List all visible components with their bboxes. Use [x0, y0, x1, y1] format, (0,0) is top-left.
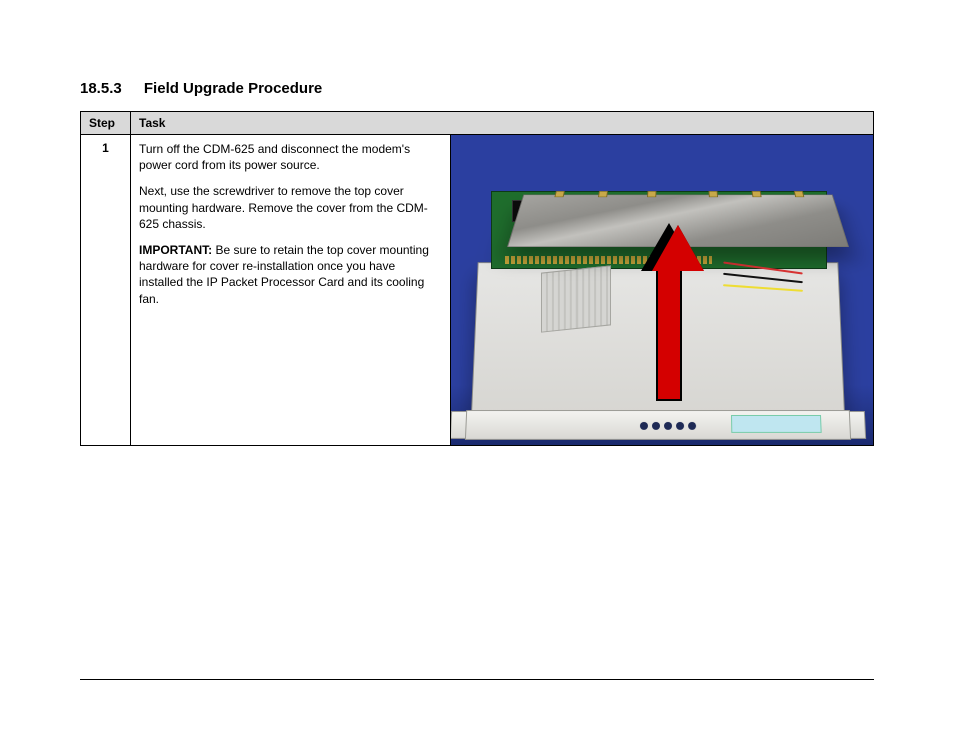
up-arrow-icon [652, 225, 686, 395]
col-header-step: Step [81, 112, 131, 135]
step-number: 1 [81, 135, 131, 446]
important-label: IMPORTANT: [139, 243, 212, 257]
table-row: 1 Turn off the CDM-625 and disconnect th… [81, 135, 874, 446]
ribbon-cable-icon [541, 265, 611, 332]
col-header-task: Task [131, 112, 874, 135]
section-heading: 18.5.3 Field Upgrade Procedure [80, 80, 874, 97]
task-important: IMPORTANT: Be sure to retain the top cov… [139, 242, 442, 307]
task-paragraph: Next, use the screwdriver to remove the … [139, 183, 442, 232]
figure-illustration [451, 135, 873, 445]
figure-cell [451, 135, 874, 446]
section-number: 18.5.3 [80, 80, 122, 97]
wires-icon [723, 263, 803, 299]
footer-rule [80, 679, 874, 680]
procedure-table: Step Task 1 Turn off the CDM-625 and dis… [80, 111, 874, 446]
task-paragraph: Turn off the CDM-625 and disconnect the … [139, 141, 442, 173]
task-cell: Turn off the CDM-625 and disconnect the … [131, 135, 451, 446]
section-title: Field Upgrade Procedure [144, 80, 322, 97]
